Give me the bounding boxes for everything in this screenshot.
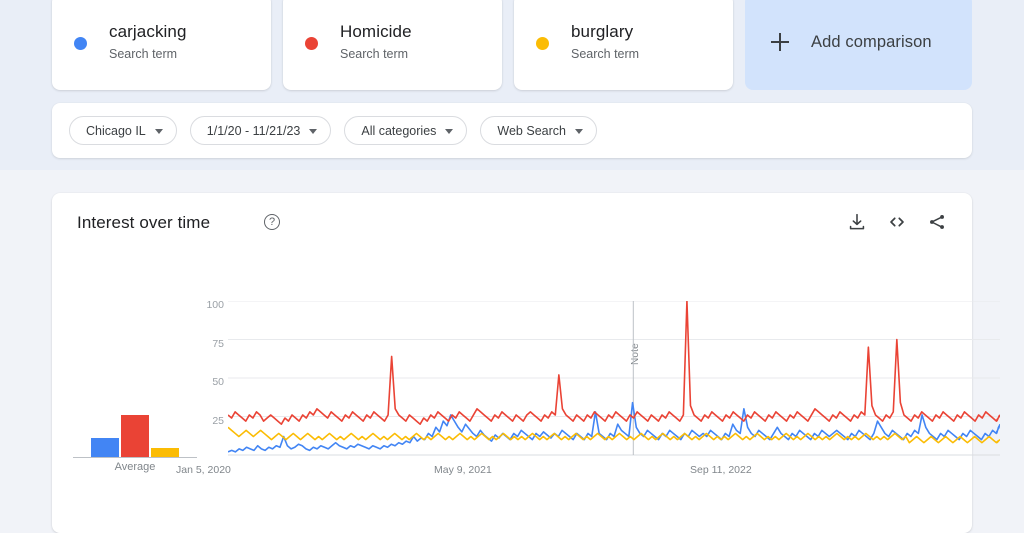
comparison-terms-row: carjacking Search term Homicide Search t… xyxy=(52,0,972,90)
filter-location-dropdown[interactable]: Chicago IL xyxy=(69,116,177,145)
download-icon[interactable] xyxy=(846,211,868,233)
term-name: Homicide xyxy=(340,22,412,41)
series-color-dot-homicide xyxy=(305,36,318,50)
series-color-dot-carjacking xyxy=(74,36,87,50)
chevron-down-icon xyxy=(445,128,454,134)
interest-over-time-plot[interactable] xyxy=(228,301,1000,456)
chart-header: Interest over time ? xyxy=(52,193,972,259)
average-bar-burglary xyxy=(151,448,179,457)
x-axis-tick-0: Jan 5, 2020 xyxy=(176,464,231,476)
average-baseline xyxy=(73,457,197,458)
filter-category-label: All categories xyxy=(361,123,437,138)
question-mark-icon[interactable]: ? xyxy=(264,214,280,230)
filter-searchtype-label: Web Search xyxy=(497,123,566,138)
y-axis-tick-50: 50 xyxy=(212,376,224,388)
series-color-dot-burglary xyxy=(536,36,549,50)
filter-category-dropdown[interactable]: All categories xyxy=(344,116,468,145)
embed-code-icon[interactable] xyxy=(886,211,908,233)
average-bar-homicide xyxy=(121,415,149,457)
term-name: carjacking xyxy=(109,22,187,41)
term-name: burglary xyxy=(571,22,634,41)
chevron-down-icon xyxy=(154,128,163,134)
chevron-down-icon xyxy=(574,128,583,134)
y-axis-tick-100: 100 xyxy=(206,299,224,311)
term-subtitle: Search term xyxy=(340,47,409,61)
page-title: Interest over time xyxy=(77,213,211,232)
x-axis-tick-2: Sep 11, 2022 xyxy=(690,464,752,476)
average-bar-carjacking xyxy=(91,438,119,457)
comparison-term-card-2[interactable]: burglary Search term xyxy=(514,0,733,90)
term-subtitle: Search term xyxy=(109,47,178,61)
share-icon[interactable] xyxy=(926,211,948,233)
y-axis-tick-25: 25 xyxy=(212,415,224,427)
filter-daterange-label: 1/1/20 - 11/21/23 xyxy=(206,123,301,138)
term-subtitle: Search term xyxy=(571,47,640,61)
plus-icon xyxy=(771,33,789,51)
chart-actions xyxy=(846,211,948,233)
comparison-term-card-0[interactable]: carjacking Search term xyxy=(52,0,271,90)
chevron-down-icon xyxy=(309,128,318,134)
average-bars xyxy=(70,411,200,457)
add-comparison-label: Add comparison xyxy=(811,32,932,51)
y-axis-tick-75: 75 xyxy=(212,338,224,350)
x-axis-tick-1: May 9, 2021 xyxy=(434,464,492,476)
comparison-term-card-1[interactable]: Homicide Search term xyxy=(283,0,502,90)
filter-daterange-dropdown[interactable]: 1/1/20 - 11/21/23 xyxy=(189,116,332,145)
add-comparison-button[interactable]: Add comparison xyxy=(745,0,972,90)
filter-location-label: Chicago IL xyxy=(86,123,146,138)
interest-over-time-card: Interest over time ? Average 100 75 50 2… xyxy=(52,193,1000,533)
filter-bar: Chicago IL 1/1/20 - 11/21/23 All categor… xyxy=(52,103,972,158)
filter-searchtype-dropdown[interactable]: Web Search xyxy=(480,116,597,145)
